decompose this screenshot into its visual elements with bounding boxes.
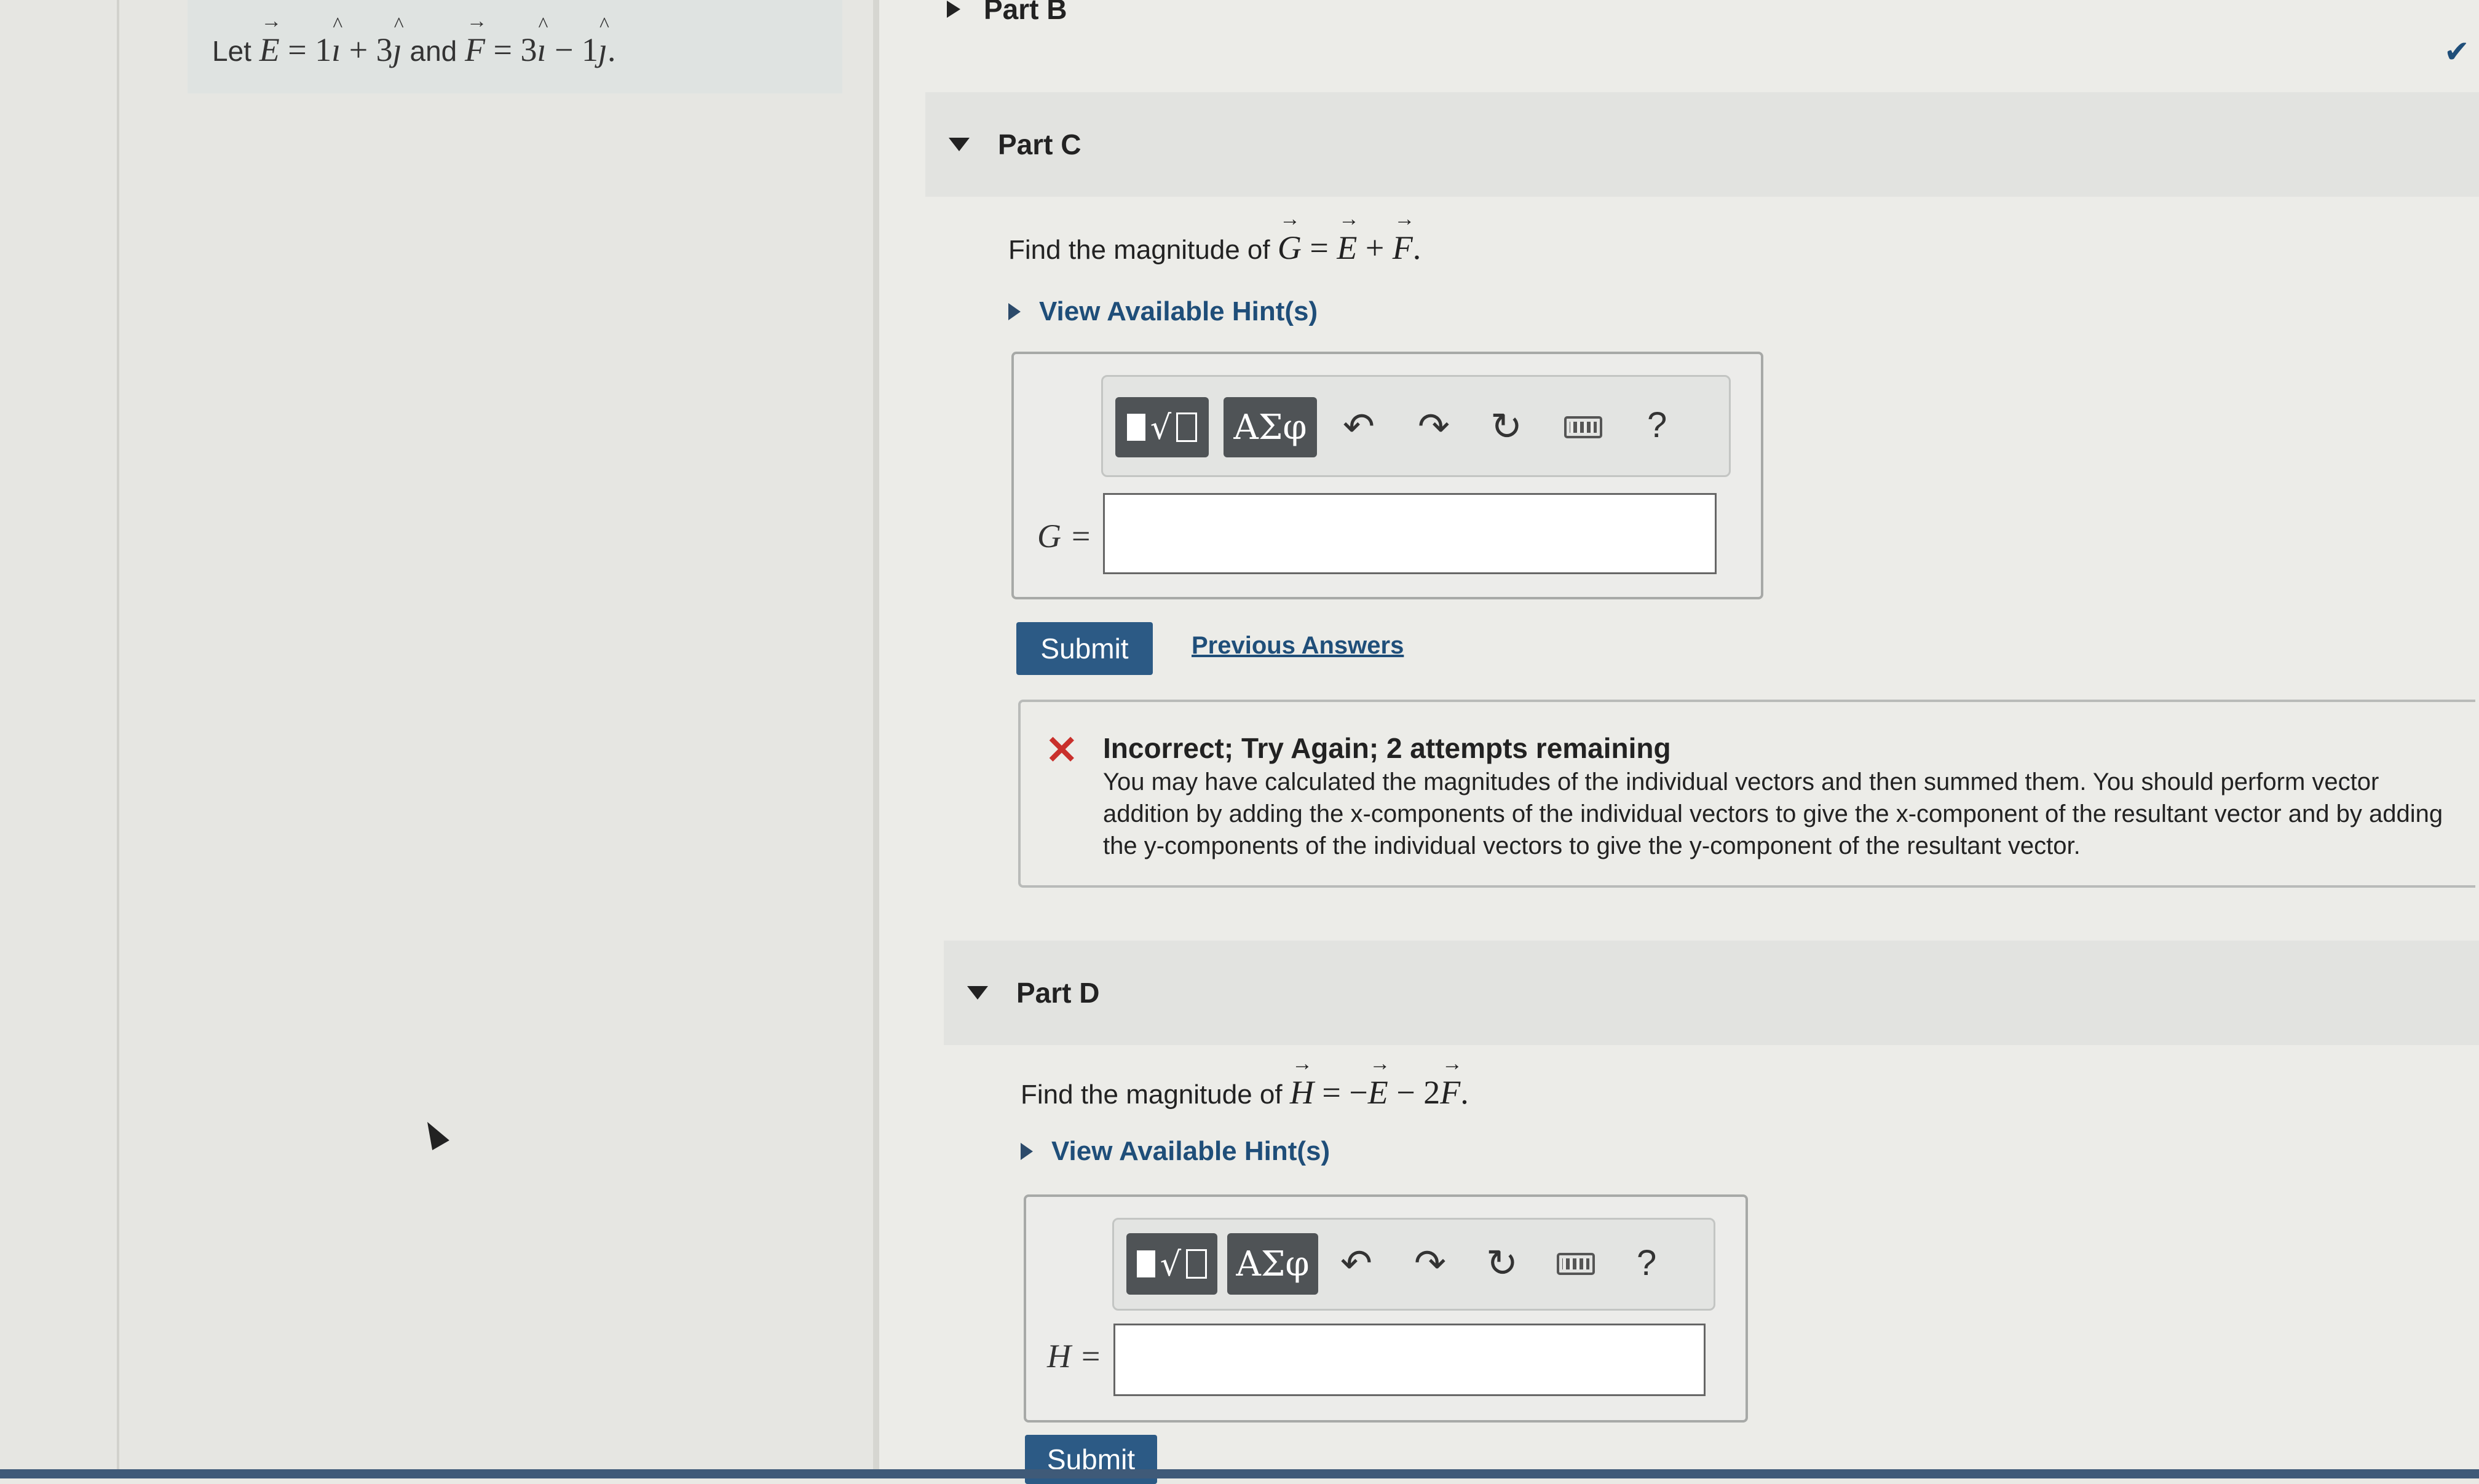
part-d-hint-label: View Available Hint(s) <box>1051 1136 1330 1166</box>
reset-icon[interactable]: ↻ <box>1486 1244 1518 1282</box>
keyboard-icon[interactable] <box>1557 1253 1595 1275</box>
greek-letters-icon: ΑΣφ <box>1233 407 1307 448</box>
problem-statement-box: Let E = 1ı + 3ȷ and F = 3ı − 1ȷ. <box>188 0 842 93</box>
incorrect-x-icon: ✕ <box>1045 728 1078 772</box>
redo-icon[interactable]: ↷ <box>1414 1244 1446 1282</box>
collapse-arrow-icon <box>967 986 988 1000</box>
undo-icon[interactable]: ↶ <box>1343 408 1375 446</box>
part-d-header[interactable]: Part D <box>944 941 2479 1045</box>
part-c-hint-toggle[interactable]: View Available Hint(s) <box>1008 296 1318 327</box>
problem-prefix: Let <box>212 35 251 67</box>
vector-e-definition: E = 1ı + 3ȷ <box>259 10 404 68</box>
problem-statement: Let E = 1ı + 3ȷ and F = 3ı − 1ȷ. <box>212 10 615 69</box>
templates-button[interactable]: √ <box>1115 397 1209 457</box>
redo-icon[interactable]: ↷ <box>1418 408 1450 446</box>
part-c-submit-button[interactable]: Submit <box>1016 622 1153 675</box>
part-c-answer-box: √ ΑΣφ ↶ ↷ ↻ ? G = <box>1011 352 1763 599</box>
keyboard-icon[interactable] <box>1564 416 1602 438</box>
part-d-prompt-math: H = −E − 2F. <box>1290 1052 1469 1111</box>
math-toolbar: √ ΑΣφ ↶ ↷ ↻ ? <box>1112 1218 1715 1311</box>
part-d-answer-box: √ ΑΣφ ↶ ↷ ↻ ? H = <box>1024 1194 1748 1423</box>
h-variable-label: H = <box>1047 1338 1102 1375</box>
bottom-bar <box>0 1469 2479 1478</box>
checkmark-icon: ✔ <box>2444 34 2470 69</box>
h-answer-input[interactable] <box>1113 1324 1706 1396</box>
left-edge-divider <box>117 0 119 1478</box>
greek-letters-button[interactable]: ΑΣφ <box>1227 1233 1318 1295</box>
help-icon[interactable]: ? <box>1637 1245 1656 1281</box>
hint-arrow-icon <box>1008 303 1021 320</box>
collapse-arrow-icon <box>949 138 970 151</box>
pane-divider[interactable] <box>873 0 879 1478</box>
vector-f-definition: F = 3ı − 1ȷ. <box>465 10 615 68</box>
templates-button[interactable]: √ <box>1126 1233 1217 1295</box>
math-toolbar: √ ΑΣφ ↶ ↷ ↻ ? <box>1101 375 1731 477</box>
part-c-prompt: Find the magnitude of G = E + F. <box>1008 208 1421 267</box>
part-d-prompt: Find the magnitude of H = −E − 2F. <box>1021 1052 1469 1111</box>
reset-icon[interactable]: ↻ <box>1490 408 1522 446</box>
hint-arrow-icon <box>1021 1143 1033 1160</box>
g-variable-label: G = <box>1037 518 1092 555</box>
feedback-panel: ✕ Incorrect; Try Again; 2 attempts remai… <box>1018 700 2475 888</box>
problem-pane <box>0 0 879 1478</box>
feedback-body: You may have calculated the magnitudes o… <box>1103 768 2443 859</box>
part-c-title: Part C <box>998 128 1081 160</box>
greek-letters-icon: ΑΣφ <box>1236 1244 1310 1284</box>
templates-icon: √ <box>1136 1245 1208 1284</box>
undo-icon[interactable]: ↶ <box>1340 1244 1372 1282</box>
expand-arrow-icon <box>947 1 960 18</box>
part-b-header[interactable]: Part B <box>947 0 1067 26</box>
part-d-title: Part D <box>1016 977 1100 1009</box>
previous-answers-link[interactable]: Previous Answers <box>1192 632 1404 660</box>
help-icon[interactable]: ? <box>1647 408 1667 443</box>
part-d-hint-toggle[interactable]: View Available Hint(s) <box>1021 1136 1330 1167</box>
part-c-prompt-math: G = E + F. <box>1278 208 1421 266</box>
greek-letters-button[interactable]: ΑΣφ <box>1224 397 1317 457</box>
feedback-title: Incorrect; Try Again; 2 attempts remaini… <box>1103 732 1671 764</box>
templates-icon: √ <box>1126 408 1198 447</box>
part-d-prompt-text: Find the magnitude of <box>1021 1079 1283 1110</box>
part-b-title: Part B <box>984 0 1067 25</box>
part-c-hint-label: View Available Hint(s) <box>1039 296 1318 326</box>
part-c-prompt-text: Find the magnitude of <box>1008 235 1270 265</box>
g-answer-input[interactable] <box>1103 493 1717 574</box>
part-c-header[interactable]: Part C <box>925 92 2479 197</box>
problem-connector: and <box>409 35 457 67</box>
